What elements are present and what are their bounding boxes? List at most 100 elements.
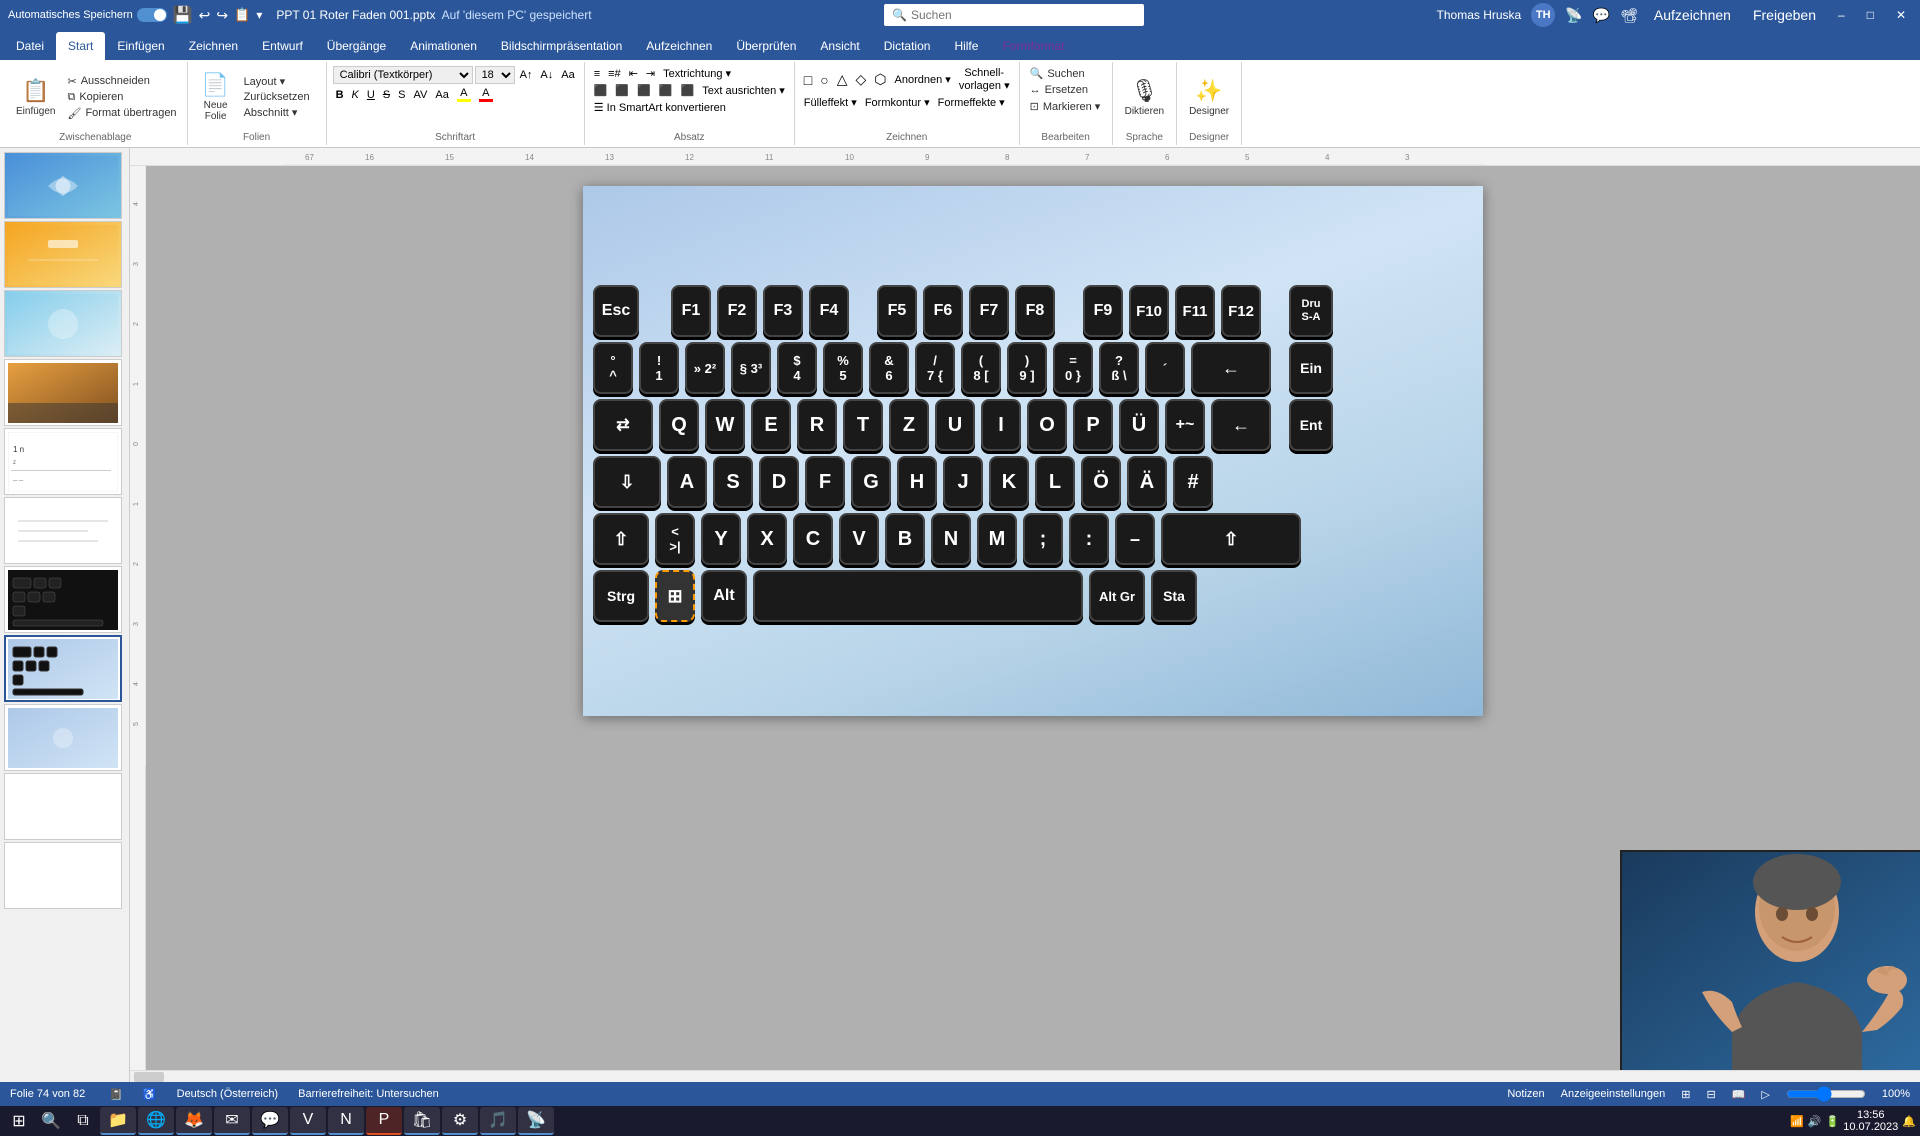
key-ein[interactable]: Ein <box>1289 342 1333 394</box>
slide-thumb-71[interactable]: 71 1 n z ─ ─ <box>4 428 122 495</box>
key-6[interactable]: &6 <box>869 342 909 394</box>
slide-thumb-74[interactable]: 74 <box>4 635 122 702</box>
key-comma[interactable]: ; <box>1023 513 1063 565</box>
tab-entwurf[interactable]: Entwurf <box>250 32 315 60</box>
underline-btn[interactable]: U <box>364 88 378 102</box>
list-bullets-btn[interactable]: ≡ <box>591 67 603 81</box>
key-f8[interactable]: F8 <box>1015 285 1055 337</box>
tab-aufzeichnen[interactable]: Aufzeichnen <box>634 32 724 60</box>
key-f1[interactable]: F1 <box>671 285 711 337</box>
font-increase-btn[interactable]: A↑ <box>517 68 536 82</box>
tab-praesentation[interactable]: Bildschirmpräsentation <box>489 32 634 60</box>
tab-formformat[interactable]: Formformat <box>990 32 1076 60</box>
key-ue[interactable]: Ü <box>1119 399 1159 451</box>
key-f9[interactable]: F9 <box>1083 285 1123 337</box>
font-select[interactable]: Calibri (Textkörper) <box>333 66 473 84</box>
present-icon[interactable]: 📽 <box>1620 7 1638 24</box>
shadow-btn[interactable]: S <box>395 88 408 102</box>
save-icon[interactable]: 💾 <box>173 5 193 25</box>
textdir-btn[interactable]: Textrichtung ▾ <box>660 66 734 81</box>
tab-hilfe[interactable]: Hilfe <box>942 32 990 60</box>
key-tab[interactable]: ⇄ <box>593 399 653 451</box>
zuruecksetzen-button[interactable]: Zurücksetzen <box>240 90 320 104</box>
taskview-btn[interactable]: ⧉ <box>68 1107 98 1135</box>
app1-btn[interactable]: 🎵 <box>480 1107 516 1135</box>
slide-thumb-68[interactable]: 68 <box>4 221 122 288</box>
fulleffect-btn[interactable]: Fülleffekt ▾ <box>801 95 860 110</box>
search-input[interactable] <box>911 8 1136 22</box>
notes-btn[interactable]: Notizen <box>1507 1088 1544 1100</box>
key-f10[interactable]: F10 <box>1129 285 1169 337</box>
formeffekte-btn[interactable]: Formeffekte ▾ <box>935 95 1008 110</box>
key-j[interactable]: J <box>943 456 983 508</box>
smartart-btn[interactable]: ☰ In SmartArt konvertieren <box>591 100 729 115</box>
key-t[interactable]: T <box>843 399 883 451</box>
undo-icon[interactable]: ↩ <box>199 7 211 24</box>
key-8[interactable]: (8 [ <box>961 342 1001 394</box>
italic-btn[interactable]: K <box>349 88 362 102</box>
notification-icon[interactable]: 🔔 <box>1902 1115 1916 1128</box>
shape1[interactable]: □ <box>801 71 815 89</box>
key-plus[interactable]: +~ <box>1165 399 1205 451</box>
slide-thumb-75[interactable]: 75 <box>4 704 122 771</box>
key-m[interactable]: M <box>977 513 1017 565</box>
teams-btn[interactable]: 💬 <box>252 1107 288 1135</box>
align-right-btn[interactable]: ⬛ <box>634 83 654 98</box>
key-n[interactable]: N <box>931 513 971 565</box>
freigeben-button[interactable]: Freigeben <box>1747 7 1822 23</box>
key-5[interactable]: %5 <box>823 342 863 394</box>
font-size-select[interactable]: 18 <box>475 66 515 84</box>
key-k[interactable]: K <box>989 456 1029 508</box>
key-f2[interactable]: F2 <box>717 285 757 337</box>
fontcolor-btn[interactable]: A <box>476 86 496 103</box>
key-f6[interactable]: F6 <box>923 285 963 337</box>
key-h[interactable]: H <box>897 456 937 508</box>
battery-icon[interactable]: 🔋 <box>1826 1115 1840 1128</box>
slide-canvas[interactable]: Esc F1 F2 F3 F4 F5 F6 F7 <box>583 186 1483 716</box>
slide-thumb-70[interactable]: 70 <box>4 359 122 426</box>
key-x[interactable]: X <box>747 513 787 565</box>
layout-button[interactable]: Layout ▾ <box>240 74 320 89</box>
key-altgr[interactable]: Alt Gr <box>1089 570 1145 622</box>
canvas-area[interactable]: Esc F1 F2 F3 F4 F5 F6 F7 <box>146 166 1920 1070</box>
key-f3[interactable]: F3 <box>763 285 803 337</box>
hscroll-thumb[interactable] <box>134 1072 164 1082</box>
diktieren-button[interactable]: 🎙 Diktieren <box>1119 74 1170 121</box>
slide-thumb-77[interactable]: 77 <box>4 842 122 909</box>
align-justify-btn[interactable]: ⬛ <box>656 83 676 98</box>
textausrichten-btn[interactable]: Text ausrichten ▾ <box>699 83 788 98</box>
zoom-slider[interactable] <box>1786 1086 1866 1102</box>
store-btn[interactable]: 🛍 <box>404 1107 440 1135</box>
key-ae[interactable]: Ä <box>1127 456 1167 508</box>
key-f7[interactable]: F7 <box>969 285 1009 337</box>
key-dash[interactable]: – <box>1115 513 1155 565</box>
clear-format-btn[interactable]: Aa <box>558 68 577 82</box>
tab-uebergaenge[interactable]: Übergänge <box>315 32 398 60</box>
tab-start[interactable]: Start <box>56 32 105 60</box>
key-hash[interactable]: # <box>1173 456 1213 508</box>
shape3[interactable]: △ <box>834 70 851 89</box>
shape4[interactable]: ◇ <box>853 70 870 89</box>
key-f[interactable]: F <box>805 456 845 508</box>
app2-btn[interactable]: 📡 <box>518 1107 554 1135</box>
view-sorter-btn[interactable]: ⊟ <box>1706 1088 1715 1101</box>
key-druck[interactable]: DruS-A <box>1289 285 1333 337</box>
minimize-btn[interactable]: – <box>1832 8 1851 22</box>
font-decrease-btn[interactable]: A↓ <box>537 68 556 82</box>
key-backtick[interactable]: ´ <box>1145 342 1185 394</box>
onenote-btn[interactable]: N <box>328 1107 364 1135</box>
slide-thumb-73[interactable]: 73 <box>4 566 122 633</box>
case-btn[interactable]: Aa <box>432 88 451 102</box>
explorer-btn[interactable]: 📁 <box>100 1107 136 1135</box>
view-slide-btn[interactable]: ▷ <box>1761 1088 1769 1101</box>
search-box[interactable]: 🔍 <box>884 4 1144 26</box>
settings-btn[interactable]: ⚙ <box>442 1107 478 1135</box>
indent-inc-btn[interactable]: ⇥ <box>643 66 658 81</box>
key-1[interactable]: !1 <box>639 342 679 394</box>
search-taskbar-btn[interactable]: 🔍 <box>36 1107 66 1135</box>
sound-icon[interactable]: 🔊 <box>1808 1115 1822 1128</box>
close-btn[interactable]: ✕ <box>1890 8 1912 22</box>
key-f12[interactable]: F12 <box>1221 285 1261 337</box>
neue-folie-button[interactable]: 📄 NeueFolie <box>194 68 238 126</box>
bold-btn[interactable]: B <box>333 88 347 102</box>
